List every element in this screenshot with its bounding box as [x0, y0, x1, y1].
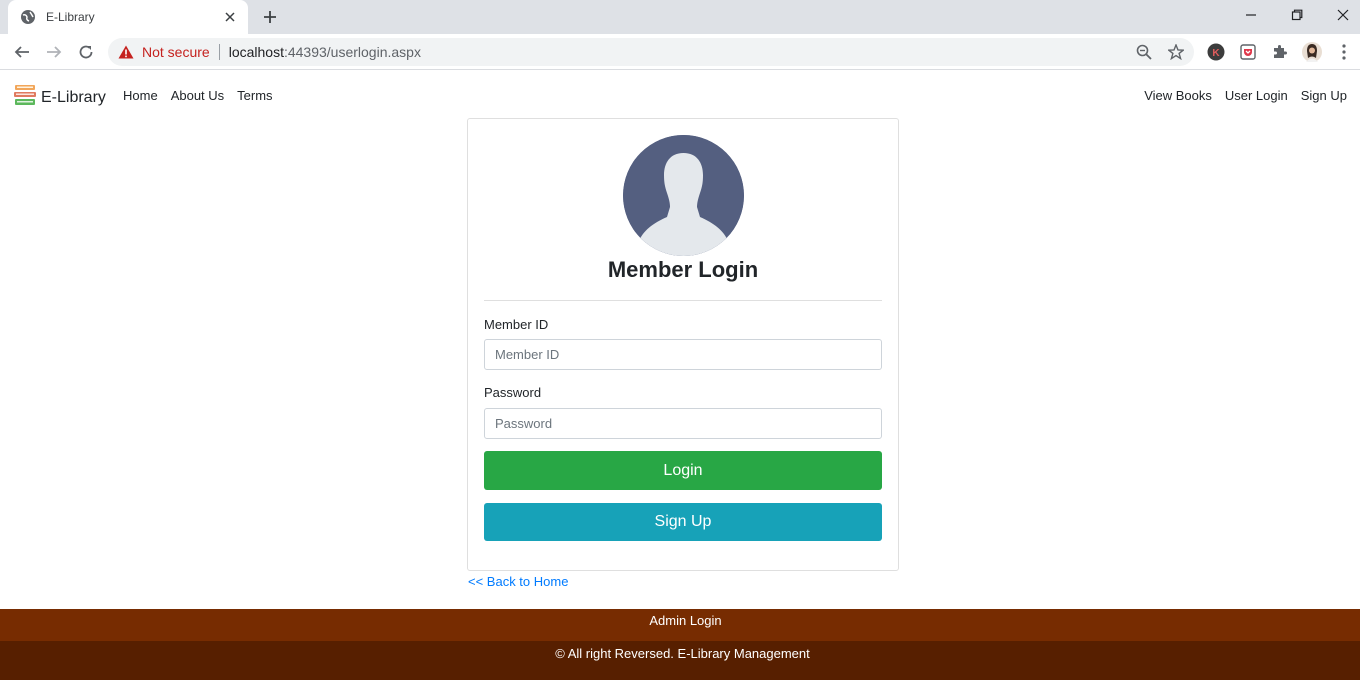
nav-home[interactable]: Home — [123, 88, 158, 103]
warning-icon[interactable] — [118, 45, 134, 59]
tab-close-icon[interactable] — [222, 9, 238, 25]
browser-toolbar: Not secure localhost:44393/userlogin.asp… — [0, 34, 1360, 70]
nav-view-books[interactable]: View Books — [1144, 88, 1212, 103]
url-host: localhost — [228, 44, 284, 60]
not-secure-label[interactable]: Not secure — [142, 44, 210, 60]
login-card: Member Login Member ID Password Login Si… — [467, 118, 899, 571]
books-logo-icon — [13, 83, 37, 112]
admin-login-link[interactable]: Admin Login — [649, 613, 721, 628]
bookmark-star-icon[interactable] — [1166, 42, 1186, 62]
window-minimize-icon[interactable] — [1228, 0, 1274, 30]
brand-name: E-Library — [41, 88, 106, 106]
globe-icon — [20, 9, 36, 25]
reload-icon[interactable] — [74, 40, 98, 64]
zoom-icon[interactable] — [1134, 42, 1154, 62]
login-button[interactable]: Login — [484, 451, 882, 490]
password-input[interactable] — [484, 408, 882, 439]
user-avatar-icon — [623, 135, 744, 256]
nav-sign-up[interactable]: Sign Up — [1301, 88, 1347, 103]
browser-menu-icon[interactable] — [1334, 42, 1354, 62]
window-close-icon[interactable] — [1320, 0, 1360, 30]
extension-k-icon[interactable]: K — [1206, 42, 1226, 62]
nav-user-login[interactable]: User Login — [1225, 88, 1288, 103]
brand[interactable]: E-Library — [13, 83, 106, 112]
tab-title: E-Library — [46, 10, 95, 24]
extensions-puzzle-icon[interactable] — [1270, 42, 1290, 62]
copyright-text: © All right Reversed. E-Library Manageme… — [555, 646, 810, 661]
back-arrow-icon[interactable] — [10, 40, 34, 64]
browser-tabstrip: E-Library — [0, 0, 1360, 34]
site-navbar: E-Library Home About Us Terms View Books… — [0, 71, 1360, 119]
divider — [484, 300, 882, 301]
login-title: Member Login — [607, 257, 759, 282]
member-id-label: Member ID — [484, 317, 549, 332]
url-path: :44393/userlogin.aspx — [283, 44, 421, 60]
nav-about-us[interactable]: About Us — [171, 88, 224, 103]
svg-text:K: K — [1212, 48, 1220, 59]
profile-avatar[interactable] — [1302, 42, 1322, 62]
forward-arrow-icon[interactable] — [42, 40, 66, 64]
password-label: Password — [484, 385, 542, 400]
address-bar[interactable]: Not secure localhost:44393/userlogin.asp… — [108, 38, 1194, 66]
new-tab-icon[interactable] — [258, 6, 282, 28]
footer-admin-bar: Admin Login — [0, 609, 1360, 641]
address-separator — [218, 44, 220, 60]
nav-right: View Books User Login Sign Up — [1144, 88, 1347, 103]
browser-tab[interactable]: E-Library — [8, 0, 248, 34]
window-restore-icon[interactable] — [1274, 0, 1320, 30]
nav-terms[interactable]: Terms — [237, 88, 272, 103]
footer-copyright-bar: © All right Reversed. E-Library Manageme… — [0, 641, 1360, 680]
nav-left: Home About Us Terms — [123, 88, 273, 103]
back-to-home-link[interactable]: << Back to Home — [468, 574, 568, 589]
extension-pocket-icon[interactable] — [1238, 42, 1258, 62]
member-id-input[interactable] — [484, 339, 882, 370]
signup-button[interactable]: Sign Up — [484, 503, 882, 541]
